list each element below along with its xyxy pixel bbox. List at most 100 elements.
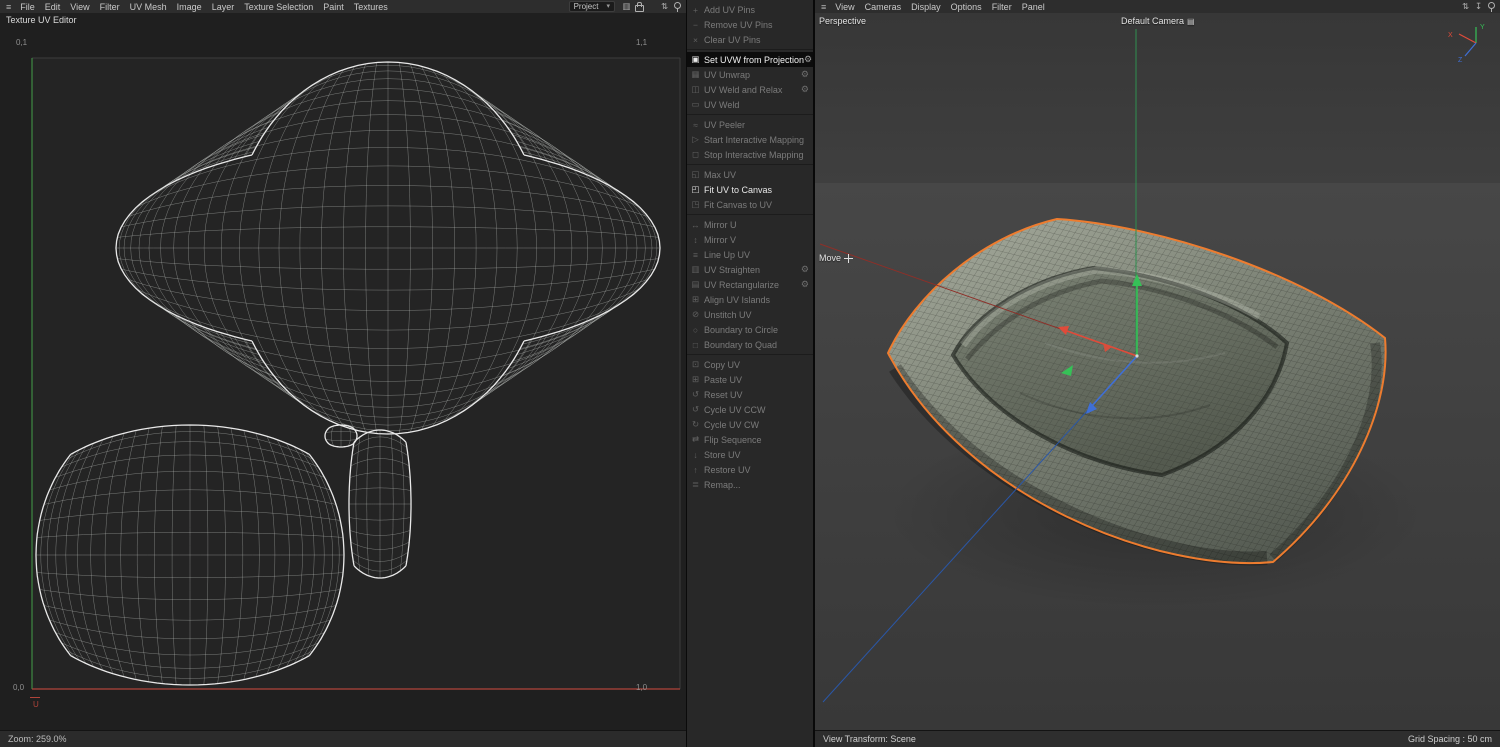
command-label: Restore UV — [704, 464, 751, 475]
menu-layer[interactable]: Layer — [207, 2, 240, 12]
command-label: UV Straighten — [704, 264, 761, 275]
viewport-menubar: ≡ View Cameras Display Options Filter Panel ⇅… — [815, 0, 1500, 13]
mirror-u-icon: ↔ — [691, 219, 700, 230]
uv-corner-label-00: 0,0 — [13, 683, 25, 692]
command-uv-weld-and-relax: ◫ UV Weld and Relax ⚙ — [687, 82, 813, 97]
menu-file[interactable]: File — [15, 2, 40, 12]
panel-title: Texture UV Editor — [6, 15, 77, 25]
fit-canvas-to-uv-icon: ◳ — [691, 199, 700, 209]
command-add-uv-pins: + Add UV Pins — [687, 2, 813, 17]
updown-arrows-icon[interactable]: ⇅ — [658, 1, 671, 13]
add-uv-pins-icon: + — [693, 4, 698, 15]
boundary-to-circle-icon: ○ — [692, 324, 699, 335]
command-separator — [687, 352, 813, 357]
menu-filter[interactable]: Filter — [95, 2, 125, 12]
menu-texture-selection[interactable]: Texture Selection — [239, 2, 318, 12]
axis-triad: X Y Z — [1448, 24, 1485, 63]
uv-commands-panel: + Add UV Pins − Remove UV Pins × Clear UV Pin… — [687, 0, 815, 747]
command-label: Stop Interactive Mapping — [704, 149, 804, 160]
menu-uv-mesh[interactable]: UV Mesh — [125, 2, 172, 12]
boundary-to-quad-icon: □ — [692, 339, 699, 350]
hamburger-menu-icon[interactable]: ≡ — [2, 2, 15, 12]
menu-edit[interactable]: Edit — [40, 2, 66, 12]
command-separator — [687, 47, 813, 52]
view-mode-text: Perspective — [819, 16, 867, 26]
command-label: Fit UV to Canvas — [704, 184, 773, 195]
camera-label[interactable]: Default Camera ▤ — [1121, 16, 1195, 26]
command-mirror-v: ↕ Mirror V — [687, 232, 813, 247]
project-dropdown[interactable]: Project ▾ — [568, 1, 615, 12]
uv-editor-statusbar: Zoom: 259.0% — [0, 730, 686, 747]
viewport-3d[interactable]: Perspective Default Camera ▤ Move X Y Z — [815, 13, 1500, 730]
vp-menu-view[interactable]: View — [830, 2, 859, 12]
command-separator — [687, 212, 813, 217]
command-label: Start Interactive Mapping — [704, 134, 805, 145]
stop-interactive-mapping-icon: ◻ — [691, 149, 700, 159]
menu-textures[interactable]: Textures — [349, 2, 393, 12]
command-label: Unstitch UV — [704, 309, 752, 320]
command-set-uvw-from-projection[interactable]: ▣ Set UVW from Projection ⚙ — [687, 52, 813, 67]
pin-icon — [674, 1, 681, 12]
view-transform-status: View Transform: Scene — [823, 734, 916, 744]
pin-icon[interactable] — [671, 1, 684, 13]
u-axis-label: U — [33, 700, 39, 709]
command-cycle-uv-ccw: ↺ Cycle UV CCW — [687, 402, 813, 417]
zoom-status: Zoom: 259.0% — [8, 734, 67, 744]
uv-editor-menu: File Edit View Filter UV Mesh Image Layer Textu… — [15, 2, 393, 12]
paste-uv-icon: ⊞ — [691, 374, 700, 384]
triad-z-line — [1464, 42, 1477, 57]
chart-icon[interactable]: ▥ — [620, 1, 633, 13]
command-remove-uv-pins: − Remove UV Pins — [687, 17, 813, 32]
vp-menu-cameras[interactable]: Cameras — [860, 2, 907, 12]
hamburger-menu-icon[interactable]: ≡ — [817, 2, 830, 12]
command-label: Copy UV — [704, 359, 741, 370]
u-axis-tick — [30, 697, 40, 698]
restore-uv-icon: ↑ — [693, 464, 698, 475]
flip-sequence-icon: ⇄ — [691, 434, 700, 444]
perspective-viewport-panel: ≡ View Cameras Display Options Filter Panel ⇅… — [815, 0, 1500, 747]
gizmo-center[interactable] — [1135, 354, 1139, 358]
command-label: Max UV — [704, 169, 737, 180]
command-label: UV Unwrap — [704, 69, 751, 80]
command-cycle-uv-cw: ↻ Cycle UV CW — [687, 417, 813, 432]
cycle-uv-cw-icon: ↻ — [691, 419, 700, 429]
app-window: ≡ File Edit View Filter UV Mesh Image Layer Tex… — [0, 0, 1500, 747]
triad-z-label: Z — [1458, 57, 1463, 63]
uv-weld-and-relax-icon: ◫ — [691, 84, 700, 94]
command-fit-uv-to-canvas[interactable]: ◰ Fit UV to Canvas — [687, 182, 813, 197]
command-label: Paste UV — [704, 374, 743, 385]
down-arrow-icon[interactable]: ↧ — [1472, 1, 1485, 13]
vp-menu-filter[interactable]: Filter — [987, 2, 1017, 12]
triad-x-line — [1458, 33, 1477, 44]
command-separator — [687, 112, 813, 117]
uv-corner-label-11: 1,1 — [636, 38, 648, 47]
uv-canvas[interactable] — [30, 52, 682, 692]
command-label: Remove UV Pins — [704, 19, 773, 30]
command-separator — [687, 162, 813, 167]
command-label: Cycle UV CW — [704, 419, 760, 430]
menu-paint[interactable]: Paint — [318, 2, 349, 12]
command-label: UV Rectangularize — [704, 279, 780, 290]
lock-icon — [635, 1, 644, 12]
fit-uv-to-canvas-icon: ◰ — [691, 184, 700, 194]
unstitch-uv-icon: ⊘ — [691, 309, 700, 319]
menu-image[interactable]: Image — [172, 2, 207, 12]
command-clear-uv-pins: × Clear UV Pins — [687, 32, 813, 47]
command-store-uv: ↓ Store UV — [687, 447, 813, 462]
view-mode-label[interactable]: Perspective — [819, 16, 866, 26]
command-start-interactive-mapping: ▷ Start Interactive Mapping — [687, 132, 813, 147]
options-gear-icon[interactable]: ⚙ — [804, 54, 814, 65]
vp-menu-display[interactable]: Display — [906, 2, 946, 12]
command-copy-uv: ⊡ Copy UV — [687, 357, 813, 372]
command-label: Reset UV — [704, 389, 743, 400]
vp-menu-panel[interactable]: Panel — [1017, 2, 1050, 12]
active-tool-text: Move — [819, 253, 842, 263]
vp-menu-options[interactable]: Options — [946, 2, 987, 12]
command-max-uv: ◱ Max UV — [687, 167, 813, 182]
pin-icon[interactable] — [1485, 1, 1498, 13]
lock-icon[interactable] — [633, 1, 646, 13]
updown-arrows-icon[interactable]: ⇅ — [1459, 1, 1472, 13]
camera-label-text: Default Camera — [1121, 16, 1185, 26]
menu-view[interactable]: View — [65, 2, 94, 12]
command-reset-uv: ↺ Reset UV — [687, 387, 813, 402]
